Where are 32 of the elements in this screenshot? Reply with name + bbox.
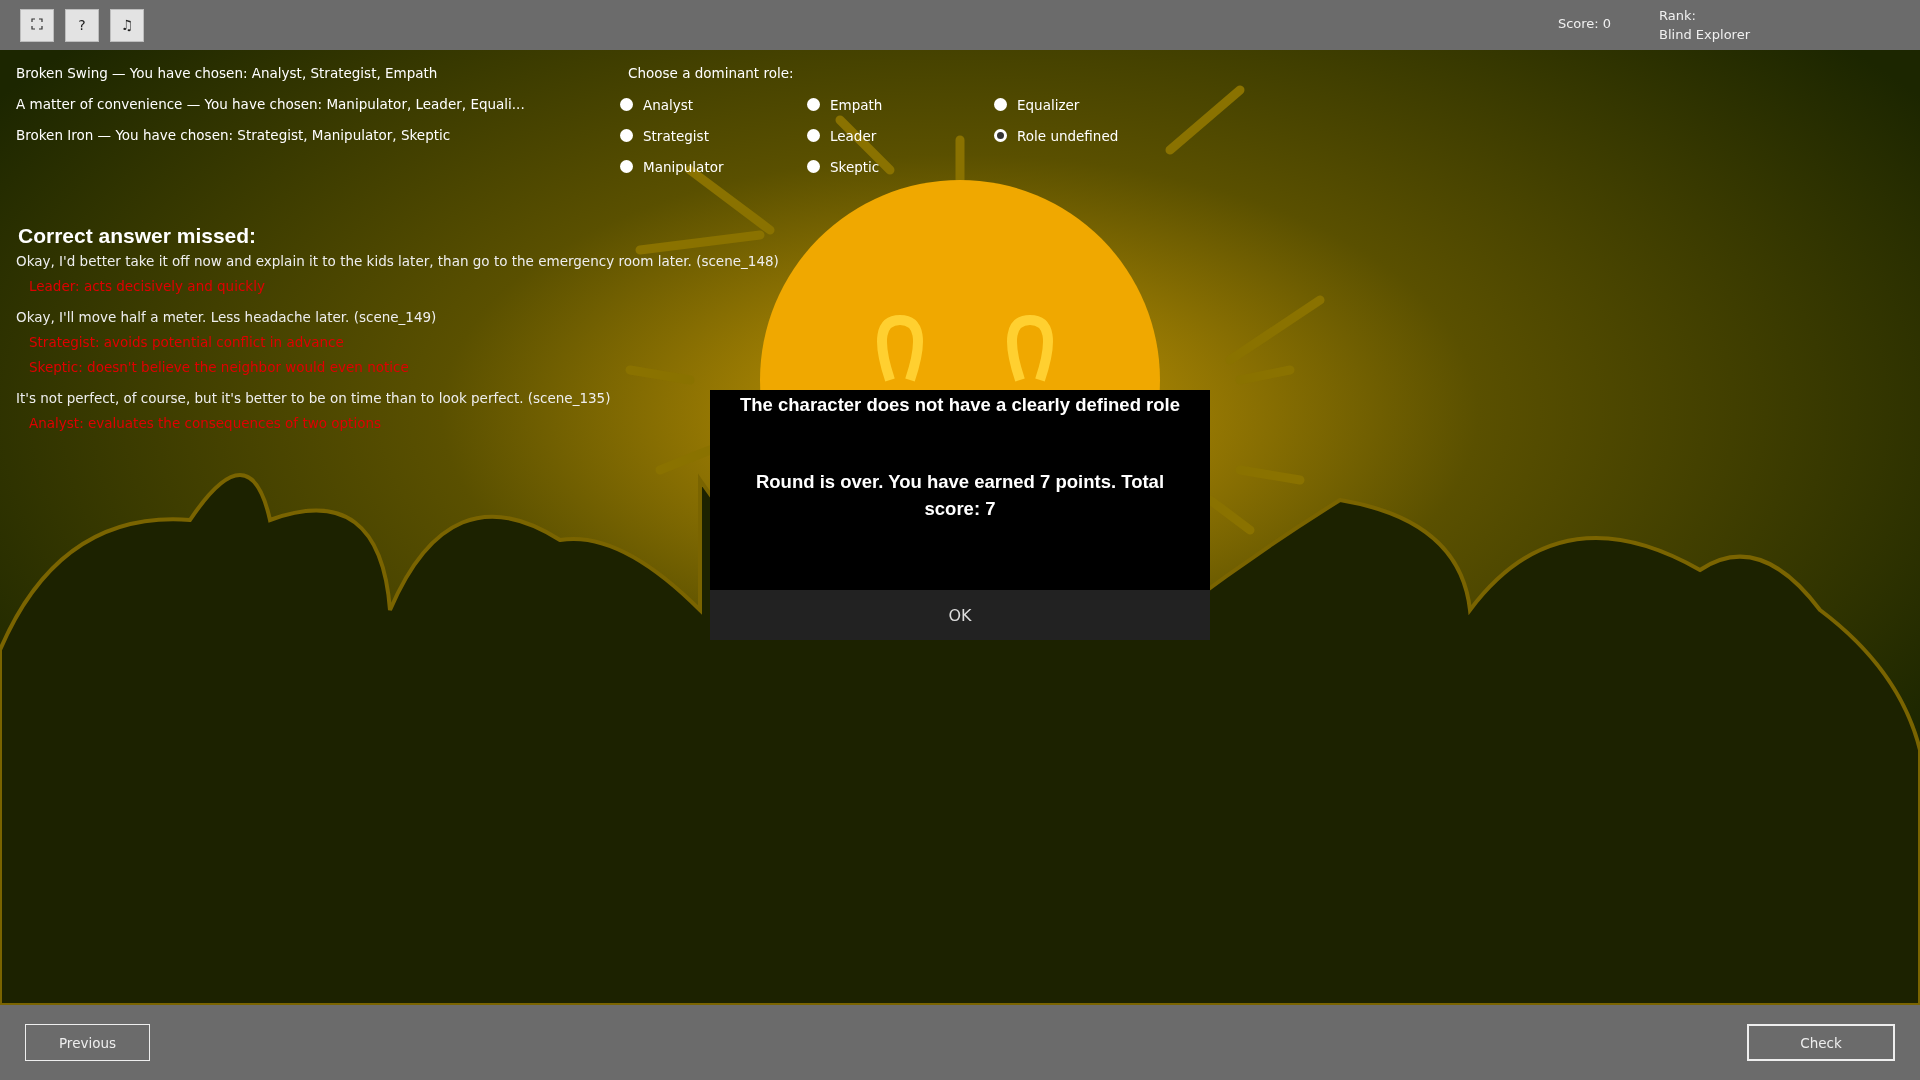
role-radio-option[interactable]: Analyst — [620, 89, 807, 120]
history-entry: Broken Swing — You have chosen: Analyst, Strategist, Empath — [16, 64, 439, 83]
fullscreen-icon — [31, 18, 43, 30]
dialog-message: Round is over. You have earned 7 points. Total score: 7 — [754, 470, 1166, 521]
role-radio-option[interactable]: Leader — [807, 120, 994, 151]
history-entry: A matter of convenience — You have chosen: Manipulator, Leader, Equali... — [16, 95, 526, 114]
role-radio-option[interactable]: Empath — [807, 89, 994, 120]
previous-button[interactable]: Previous — [25, 1024, 150, 1061]
role-radio-option[interactable]: Role undefined — [994, 120, 1181, 151]
role-explanation: Leader: acts decisively and quickly — [29, 277, 265, 296]
scene-quote: It's not perfect, of course, but it's better to be on time than to look perfect. (scene_135) — [16, 389, 611, 408]
ok-button[interactable]: OK — [710, 590, 1210, 640]
history-entry: Broken Iron — You have chosen: Strategist, Manipulator, Skeptic — [16, 126, 452, 145]
role-radio-option[interactable]: Skeptic — [807, 151, 994, 182]
role-explanation: Strategist: avoids potential conflict in advance — [29, 333, 344, 352]
score-text: Score: 0 — [1557, 16, 1612, 31]
rank-label: Rank: — [1659, 7, 1697, 25]
role-explanation: Analyst: evaluates the consequences of two options — [29, 414, 381, 433]
music-button[interactable]: ♫ — [110, 8, 144, 42]
help-button[interactable]: ? — [65, 8, 99, 42]
role-radio-option[interactable]: Equalizer — [994, 89, 1181, 120]
scene-quote: Okay, I'll move half a meter. Less headache later. (scene_149) — [16, 308, 437, 327]
rank-value: Blind Explorer — [1659, 26, 1750, 44]
scene-quote: Okay, I'd better take it off now and explain it to the kids later, than go to the emergency room later. (scene_148) — [16, 252, 779, 271]
role-radio-option[interactable]: Strategist — [620, 120, 807, 151]
role-radio-option[interactable]: Manipulator — [620, 151, 807, 182]
missed-heading: Correct answer missed: — [18, 224, 258, 248]
fullscreen-button[interactable] — [20, 8, 54, 42]
role-explanation: Skeptic: doesn't believe the neighbor would even notice — [29, 358, 409, 377]
check-button[interactable]: Check — [1747, 1024, 1895, 1061]
role-prompt: Choose a dominant role: — [628, 64, 795, 83]
dialog-title: The character does not have a clearly defined role — [739, 394, 1181, 416]
